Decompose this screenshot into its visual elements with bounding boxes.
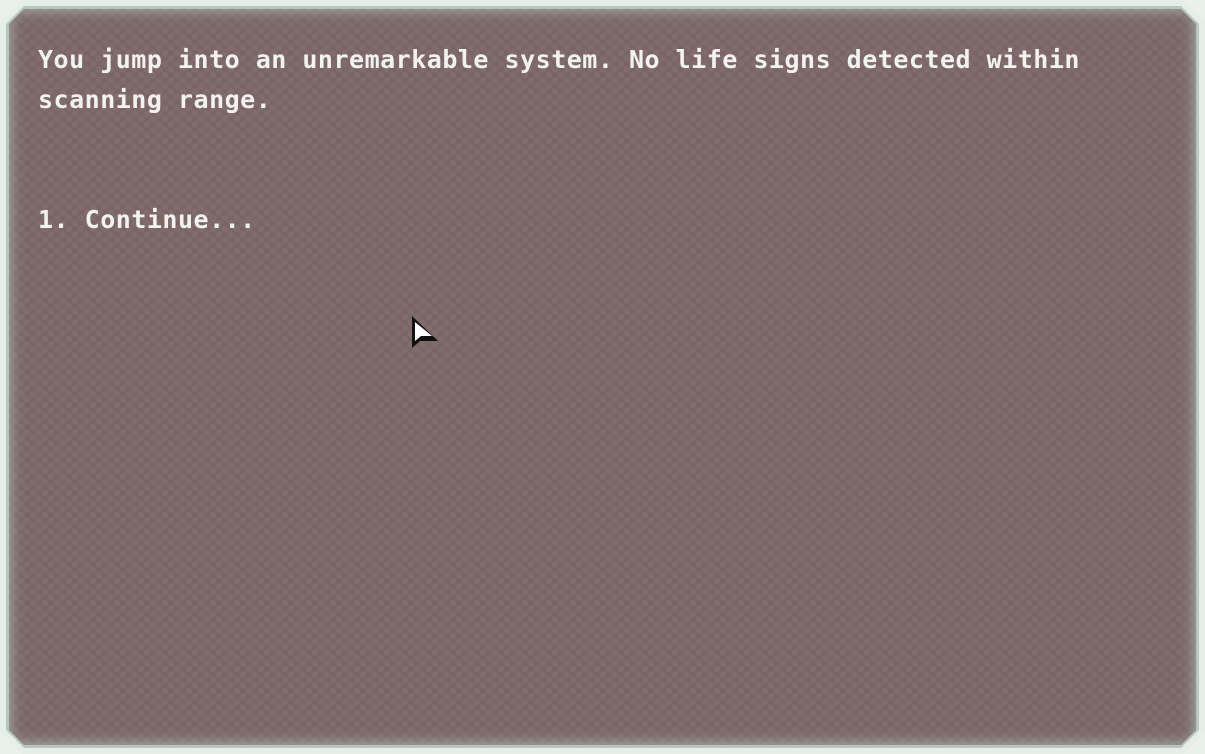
dialog-frame: You jump into an unremarkable system. No… (0, 0, 1205, 754)
choice-label: Continue... (84, 205, 256, 234)
mouse-pointer-icon (412, 316, 438, 348)
choice-option-continue[interactable]: 1. Continue... (38, 200, 256, 240)
choice-number: 1. (38, 205, 70, 234)
event-description: You jump into an unremarkable system. No… (38, 45, 1080, 114)
